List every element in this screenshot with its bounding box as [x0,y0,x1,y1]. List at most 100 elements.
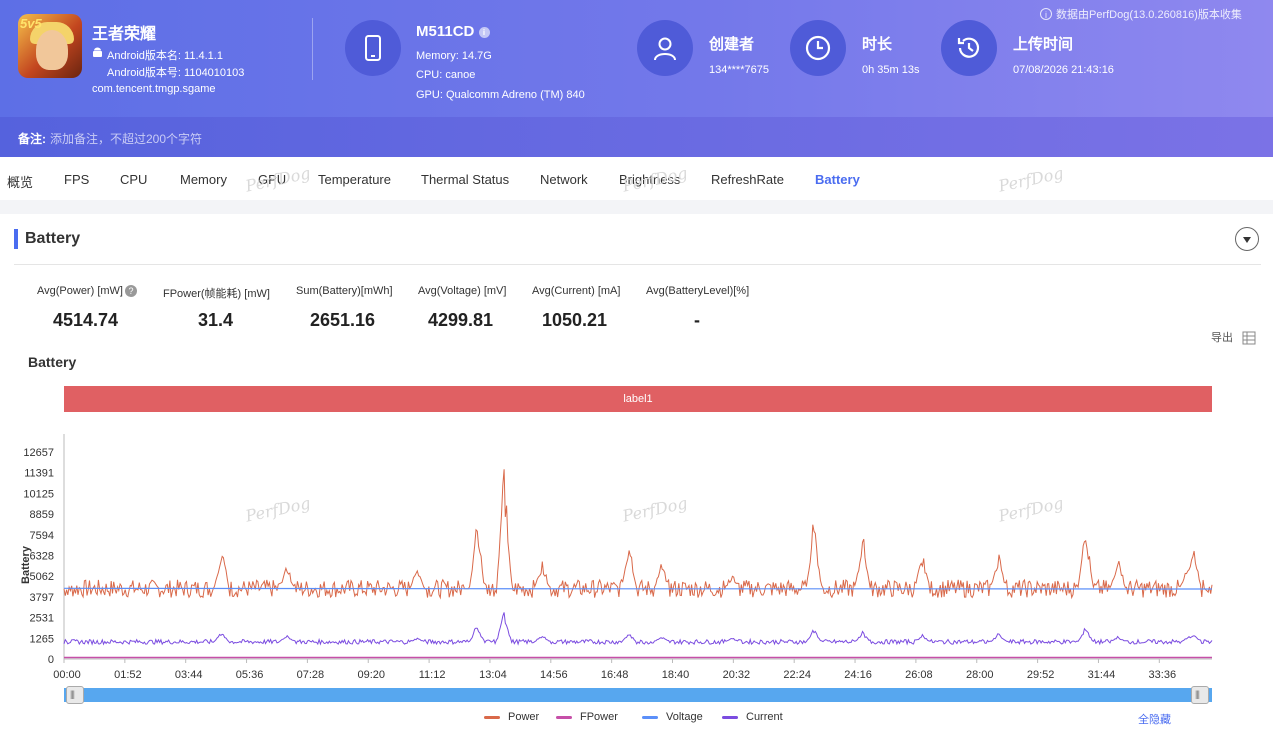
legend-item-current[interactable]: Current [722,711,783,723]
legend-swatch [642,715,658,719]
source-note: 数据由PerfDog(13.0.260816)版本收集 [1056,9,1242,21]
duration-label: 时长 [862,36,893,53]
tab-fps[interactable]: FPS [64,172,89,187]
y-tick-label: 7594 [30,530,54,542]
stat-label: Avg(BatteryLevel)[%] [646,285,750,297]
device-info-icon[interactable]: i [478,26,490,38]
legend-swatch [484,715,500,719]
x-tick-label: 09:20 [357,669,385,681]
x-tick-label: 29:52 [1027,669,1055,681]
y-tick-label: 12657 [23,447,54,459]
user-icon [637,20,693,76]
x-tick-label: 07:28 [297,669,325,681]
device-memory: Memory: 14.7G [416,50,492,62]
y-tick-label: 6328 [30,551,54,563]
tab-cpu[interactable]: CPU [120,172,147,187]
app-badge: 5v5 [20,16,42,31]
x-tick-label: 22:24 [783,669,811,681]
x-tick-label: 03:44 [175,669,203,681]
zoom-handle-left[interactable] [66,686,84,704]
creator-value: 134****7675 [709,64,769,76]
legend-item-power[interactable]: Power [484,711,539,723]
x-tick-label: 24:16 [844,669,872,681]
y-tick-label: 5062 [30,571,54,583]
tab-battery[interactable]: Battery [815,172,860,187]
report-header: 5v5 王者荣耀 Android版本名: 11.4.1.1 Android版本号… [0,0,1273,117]
phone-icon [345,20,401,76]
legend-swatch [556,715,572,719]
export-button[interactable]: 导出 [1211,329,1256,345]
y-tick-label: 1265 [30,633,54,645]
section-gap [0,200,1273,214]
tab-temperature[interactable]: Temperature [318,172,391,187]
export-label: 导出 [1211,332,1233,344]
battery-chart[interactable]: 0 1265 2531 3797 5062 6328 7594 8859 10125 11391 1… [0,430,1273,686]
x-tick-label: 26:08 [905,669,933,681]
x-tick-label: 18:40 [662,669,690,681]
legend-item-voltage[interactable]: Voltage [642,711,703,723]
device-gpu: GPU: Qualcomm Adreno (TM) 840 [416,89,585,101]
note-input[interactable]: 添加备注，不超过200个字符 [50,130,202,147]
note-label: 备注: [18,132,46,146]
stat-label: Avg(Power) [mW]? [37,285,137,298]
stat-value: 31.4 [198,310,234,330]
stat-label: Avg(Voltage) [mV] [418,285,507,297]
series-power-line [63,469,1213,600]
zoom-slider-track[interactable] [64,688,1212,702]
note-bar: 备注: 添加备注，不超过200个字符 [0,117,1273,157]
x-tick-label: 05:36 [236,669,264,681]
stat-value: 2651.16 [310,310,376,330]
history-icon [941,20,997,76]
x-tick-label: 33:36 [1149,669,1177,681]
legend-swatch [722,715,738,719]
section-divider [14,264,1261,265]
device-model: M511CD [416,23,475,40]
creator-label: 创建者 [709,36,755,53]
tab-network[interactable]: Network [540,172,588,187]
zoom-handle-right[interactable] [1191,686,1209,704]
hide-all-button[interactable]: 全隐藏 [1138,711,1171,727]
info-icon: i [1040,8,1052,20]
app-version-code: Android版本号: 1104010103 [107,67,245,79]
stat-label: Sum(Battery)[mWh] [296,285,393,297]
x-tick-label: 01:52 [114,669,142,681]
label-band[interactable]: label1 [64,386,1212,412]
y-tick-label: 10125 [23,488,54,500]
app-package: com.tencent.tmgp.sgame [92,83,216,95]
x-tick-label: 11:12 [419,669,446,681]
stat-value: 4299.81 [428,310,494,330]
x-tick-label: 28:00 [966,669,994,681]
help-icon[interactable]: ? [124,285,137,298]
clock-icon [790,20,846,76]
series-voltage-line [63,587,1213,590]
y-tick-label: 3797 [30,592,54,604]
series-current-line [63,612,1213,646]
stat-value: 1050.21 [542,310,608,330]
export-icon [1242,331,1256,345]
collapse-button[interactable] [1235,227,1259,251]
stat-label: FPower(帧能耗) [mW] [163,288,270,300]
tab-refreshrate[interactable]: RefreshRate [711,172,784,187]
tab-memory[interactable]: Memory [180,172,227,187]
duration-value: 0h 35m 13s [862,64,920,76]
x-tick-label: 20:32 [723,669,751,681]
upload-value: 07/08/2026 21:43:16 [1013,64,1114,76]
section-title: Battery [14,229,80,249]
chart-title: Battery [28,354,77,370]
tab-overview[interactable]: 概览 [7,172,33,191]
y-axis-label: Battery [20,545,32,584]
app-icon: 5v5 [18,14,82,78]
header-divider [312,18,313,80]
x-tick-label: 00:00 [53,669,81,681]
device-cpu: CPU: canoe [416,69,476,81]
tab-thermal-status[interactable]: Thermal Status [421,172,509,187]
upload-label: 上传时间 [1013,36,1074,53]
x-tick-label: 14:56 [540,669,568,681]
x-tick-label: 13:04 [479,669,507,681]
legend-item-fpower[interactable]: FPower [556,711,618,723]
x-tick-label: 16:48 [601,669,629,681]
y-tick-label: 2531 [30,613,54,625]
app-version-name: Android版本名: 11.4.1.1 [107,50,223,62]
y-tick-label: 8859 [30,509,54,521]
stat-label: Avg(Current) [mA] [532,285,621,297]
